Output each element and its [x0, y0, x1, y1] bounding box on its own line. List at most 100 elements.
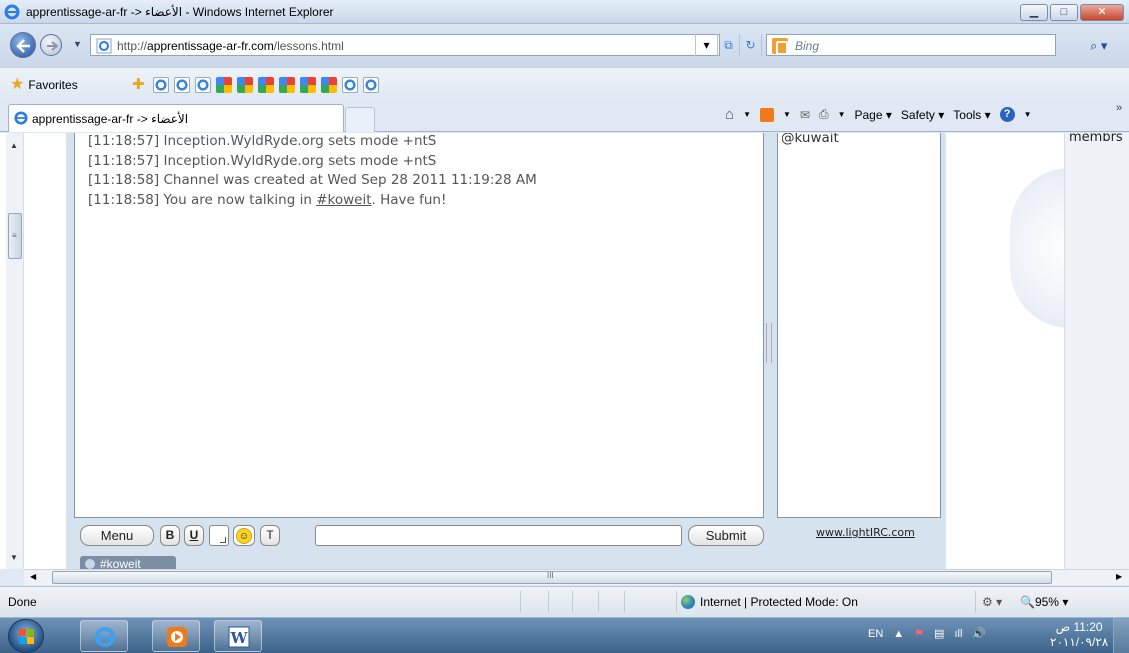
page-menu[interactable]: Page ▾ — [855, 108, 892, 122]
home-dropdown-icon[interactable]: ▼ — [743, 110, 751, 119]
submit-button[interactable]: Submit — [688, 525, 764, 546]
taskbar-word-button[interactable]: W — [214, 620, 262, 652]
start-button[interactable] — [8, 619, 44, 653]
command-bar: ⌂ ▼ ▼ ✉ ⎙ ▼ Page ▾ Safety ▾ Tools ▾ ? ▼ — [725, 106, 1032, 123]
zoom-level[interactable]: 🔍95% ▾ — [1020, 595, 1068, 609]
message-text: [11:18:58] You are now talking in — [88, 191, 317, 208]
text-style-button[interactable]: T — [260, 525, 280, 546]
pane-splitter[interactable] — [766, 323, 772, 363]
scroll-left-icon[interactable]: ◀ — [30, 572, 36, 581]
google-icon[interactable] — [279, 77, 295, 93]
scroll-down-icon[interactable]: ▼ — [10, 553, 18, 562]
status-divider — [975, 591, 976, 613]
search-icon[interactable]: ⌕ ▾ — [1090, 38, 1107, 54]
refresh-icon[interactable]: ↻ — [739, 34, 761, 56]
system-tray: EN ▲ ⚑ ▤ ıll 🔊 — [868, 627, 986, 641]
status-divider — [624, 591, 625, 613]
volume-icon[interactable]: 🔊 — [972, 627, 986, 640]
add-favorite-icon[interactable]: ✚ — [132, 77, 148, 93]
scroll-up-icon[interactable]: ▲ — [10, 141, 18, 150]
print-icon[interactable]: ⎙ — [819, 107, 829, 122]
mail-icon[interactable]: ✉ — [800, 108, 810, 122]
feeds-dropdown-icon[interactable]: ▼ — [783, 110, 791, 119]
network-icon[interactable]: ▤ — [934, 627, 944, 640]
show-desktop-button[interactable] — [1113, 618, 1129, 653]
recent-pages-chevron-icon[interactable]: ▼ — [73, 39, 82, 49]
minimize-button[interactable]: ▁ — [1020, 4, 1048, 21]
back-arrow-icon — [16, 39, 30, 53]
clock[interactable]: 11:20 ص ٢٠١١/٠٩/٢٨ — [1050, 620, 1108, 650]
tab-active[interactable]: apprentissage-ar-fr -> الأعضاء — [8, 104, 344, 132]
protected-mode-icon[interactable]: ⚙ ▾ — [982, 595, 1002, 609]
search-placeholder: Bing — [795, 39, 820, 53]
bold-button[interactable]: B — [160, 525, 180, 546]
more-tools-chevron-icon[interactable]: » — [1116, 102, 1122, 114]
chat-message: [11:18:58] You are now talking in #kowei… — [88, 191, 537, 211]
ie-page-icon — [96, 38, 112, 54]
ie-logo-icon — [95, 627, 115, 647]
channel-tab[interactable]: #koweit — [80, 556, 176, 569]
taskbar-ie-button[interactable] — [80, 620, 128, 652]
clock-date: ٢٠١١/٠٩/٢٨ — [1050, 635, 1109, 649]
menu-button[interactable]: Menu — [80, 525, 154, 546]
status-divider — [520, 591, 521, 613]
chat-message-input[interactable] — [315, 525, 682, 546]
ie-page-icon[interactable] — [174, 77, 190, 93]
horizontal-scrollbar[interactable]: ◀ III ▶ — [24, 569, 1129, 585]
google-icon[interactable] — [300, 77, 316, 93]
ie-page-icon[interactable] — [342, 77, 358, 93]
feeds-icon[interactable] — [759, 107, 774, 122]
language-indicator[interactable]: EN — [868, 628, 883, 640]
favorites-star-icon: ★ — [10, 76, 25, 93]
favorites-button[interactable]: ★ Favorites — [10, 75, 78, 95]
address-dropdown-icon[interactable]: ▾ — [695, 34, 717, 56]
compatibility-view-icon[interactable]: ⧉ — [717, 34, 739, 56]
user-list: @kuwait — [777, 133, 941, 518]
help-icon[interactable]: ? — [999, 107, 1015, 122]
status-text: Done — [8, 595, 37, 609]
irc-chat-applet: [11:18:57] Inception.WyldRyde.org sets m… — [66, 133, 946, 569]
home-icon[interactable]: ⌂ — [725, 106, 734, 123]
show-hidden-icons-icon[interactable]: ▲ — [893, 628, 904, 640]
print-dropdown-icon[interactable]: ▼ — [838, 110, 846, 119]
back-button[interactable] — [10, 32, 36, 58]
address-bar[interactable]: http://apprentissage-ar-fr.com/lessons.h… — [90, 34, 720, 56]
scroll-right-icon[interactable]: ▶ — [1116, 572, 1122, 581]
new-tab-button[interactable] — [345, 107, 375, 132]
favorites-label: Favorites — [28, 78, 78, 92]
vertical-scroll-thumb[interactable]: ≡ — [8, 213, 22, 259]
page-viewport: ▲ ≡ ▼ [11:18:57] Inception.WyldRyde.org … — [0, 133, 1129, 569]
ie-page-icon[interactable] — [153, 77, 169, 93]
taskbar-media-player-button[interactable] — [152, 620, 200, 652]
channel-link[interactable]: #koweit — [316, 192, 371, 208]
user-list-item[interactable]: @kuwait — [781, 133, 839, 146]
google-icon[interactable] — [258, 77, 274, 93]
tools-menu[interactable]: Tools ▾ — [953, 108, 990, 122]
maximize-button[interactable]: □ — [1050, 4, 1078, 21]
color-picker-button[interactable] — [209, 525, 229, 546]
ie-logo-icon — [14, 111, 28, 125]
forward-arrow-icon — [47, 41, 58, 51]
help-dropdown-icon[interactable]: ▼ — [1024, 110, 1032, 119]
safety-menu[interactable]: Safety ▾ — [901, 108, 944, 122]
underline-button[interactable]: U — [184, 525, 204, 546]
emoticon-button[interactable]: ☺ — [233, 525, 255, 546]
close-button[interactable]: ✕ — [1080, 4, 1124, 21]
google-icon[interactable] — [216, 77, 232, 93]
ie-page-icon[interactable] — [363, 77, 379, 93]
google-icon[interactable] — [321, 77, 337, 93]
status-divider — [676, 591, 677, 613]
forward-button[interactable] — [40, 34, 62, 56]
chat-message: [11:18:57] Inception.WyldRyde.org sets m… — [88, 152, 437, 169]
window-title: apprentissage-ar-fr -> الأعضاء - Windows… — [26, 5, 334, 19]
horizontal-scroll-thumb[interactable]: III — [52, 571, 1052, 584]
search-box[interactable]: Bing — [766, 34, 1056, 56]
lightirc-link[interactable]: www.lightIRC.com — [816, 526, 915, 539]
ie-page-icon[interactable] — [195, 77, 211, 93]
signal-icon[interactable]: ıll — [954, 628, 962, 640]
vertical-scrollbar[interactable]: ▲ ≡ ▼ — [6, 133, 24, 569]
google-icon[interactable] — [237, 77, 253, 93]
action-center-icon[interactable]: ⚑ — [914, 627, 924, 640]
security-zone[interactable]: Internet | Protected Mode: On — [681, 595, 858, 609]
windows-logo-icon — [27, 637, 34, 644]
